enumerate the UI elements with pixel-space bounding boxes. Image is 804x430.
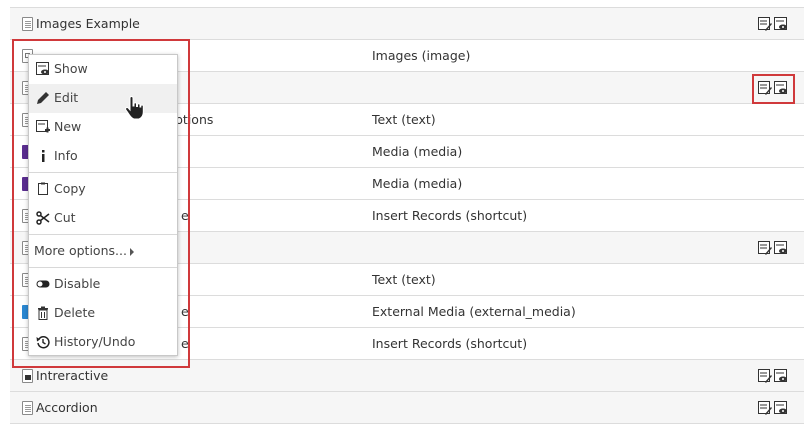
content-type: Media (media)	[372, 144, 463, 159]
menu-item-show[interactable]: Show	[29, 55, 177, 84]
page-row-images-example[interactable]: Images Example	[10, 8, 804, 40]
menu-item-label: Cut	[54, 210, 76, 225]
info-icon	[42, 150, 45, 162]
edit-page-icon[interactable]	[758, 369, 772, 383]
new-icon	[36, 120, 50, 133]
view-page-icon[interactable]	[774, 369, 788, 383]
menu-item-label: New	[54, 119, 82, 134]
row-actions	[758, 241, 790, 256]
row-actions	[758, 17, 790, 32]
menu-item-delete[interactable]: Delete	[29, 299, 177, 328]
menu-item-label: Copy	[54, 181, 86, 196]
menu-item-edit[interactable]: Edit	[29, 84, 177, 113]
row-actions	[758, 369, 790, 384]
show-icon	[36, 62, 49, 75]
scissors-icon	[36, 211, 50, 225]
annotation-highlight-actions	[752, 74, 795, 104]
chevron-right-icon	[130, 248, 134, 256]
pencil-icon	[37, 92, 49, 104]
view-page-icon[interactable]	[774, 17, 788, 31]
row-title[interactable]: Images Example	[36, 16, 140, 31]
menu-item-label: Disable	[54, 276, 101, 291]
view-page-icon[interactable]	[774, 241, 788, 255]
page-icon	[22, 401, 33, 415]
content-type: Insert Records (shortcut)	[372, 208, 528, 223]
page-row-accordion[interactable]: Accordion	[10, 392, 804, 424]
toggle-icon	[36, 280, 50, 288]
row-title[interactable]: Intreractive	[36, 368, 108, 383]
content-type: Media (media)	[372, 176, 463, 191]
menu-item-more-options[interactable]: More options...	[29, 237, 177, 266]
menu-divider	[29, 267, 177, 268]
menu-item-history-undo[interactable]: History/Undo	[29, 328, 177, 357]
edit-page-icon[interactable]	[758, 17, 772, 31]
content-type: External Media (external_media)	[372, 304, 576, 319]
menu-item-new[interactable]: New	[29, 113, 177, 142]
page-icon	[22, 369, 33, 383]
menu-item-label: Info	[54, 148, 78, 163]
menu-item-disable[interactable]: Disable	[29, 270, 177, 299]
copy-icon	[38, 182, 48, 195]
menu-item-label: History/Undo	[54, 334, 136, 349]
edit-page-icon[interactable]	[758, 241, 772, 255]
history-icon	[36, 336, 50, 349]
edit-page-icon[interactable]	[758, 401, 772, 415]
context-menu: Show Edit New Info Copy Cut More options…	[28, 54, 178, 356]
content-type: Images (image)	[372, 48, 471, 63]
menu-divider	[29, 172, 177, 173]
menu-item-info[interactable]: Info	[29, 142, 177, 171]
page-icon	[22, 17, 33, 31]
hand-cursor-icon	[125, 96, 144, 120]
content-type: Text (text)	[372, 272, 436, 287]
trash-icon	[38, 306, 48, 320]
menu-item-cut[interactable]: Cut	[29, 204, 177, 233]
table-row-partial	[10, 0, 804, 8]
menu-divider	[29, 234, 177, 235]
row-actions	[758, 401, 790, 416]
content-type: Text (text)	[372, 112, 436, 127]
menu-item-copy[interactable]: Copy	[29, 175, 177, 204]
menu-item-label: Show	[54, 61, 88, 76]
view-page-icon[interactable]	[774, 401, 788, 415]
menu-item-label: More options...	[34, 243, 127, 258]
menu-item-label: Delete	[54, 305, 96, 320]
row-title[interactable]: Accordion	[36, 400, 98, 415]
content-type: Insert Records (shortcut)	[372, 336, 528, 351]
menu-item-label: Edit	[54, 90, 79, 105]
